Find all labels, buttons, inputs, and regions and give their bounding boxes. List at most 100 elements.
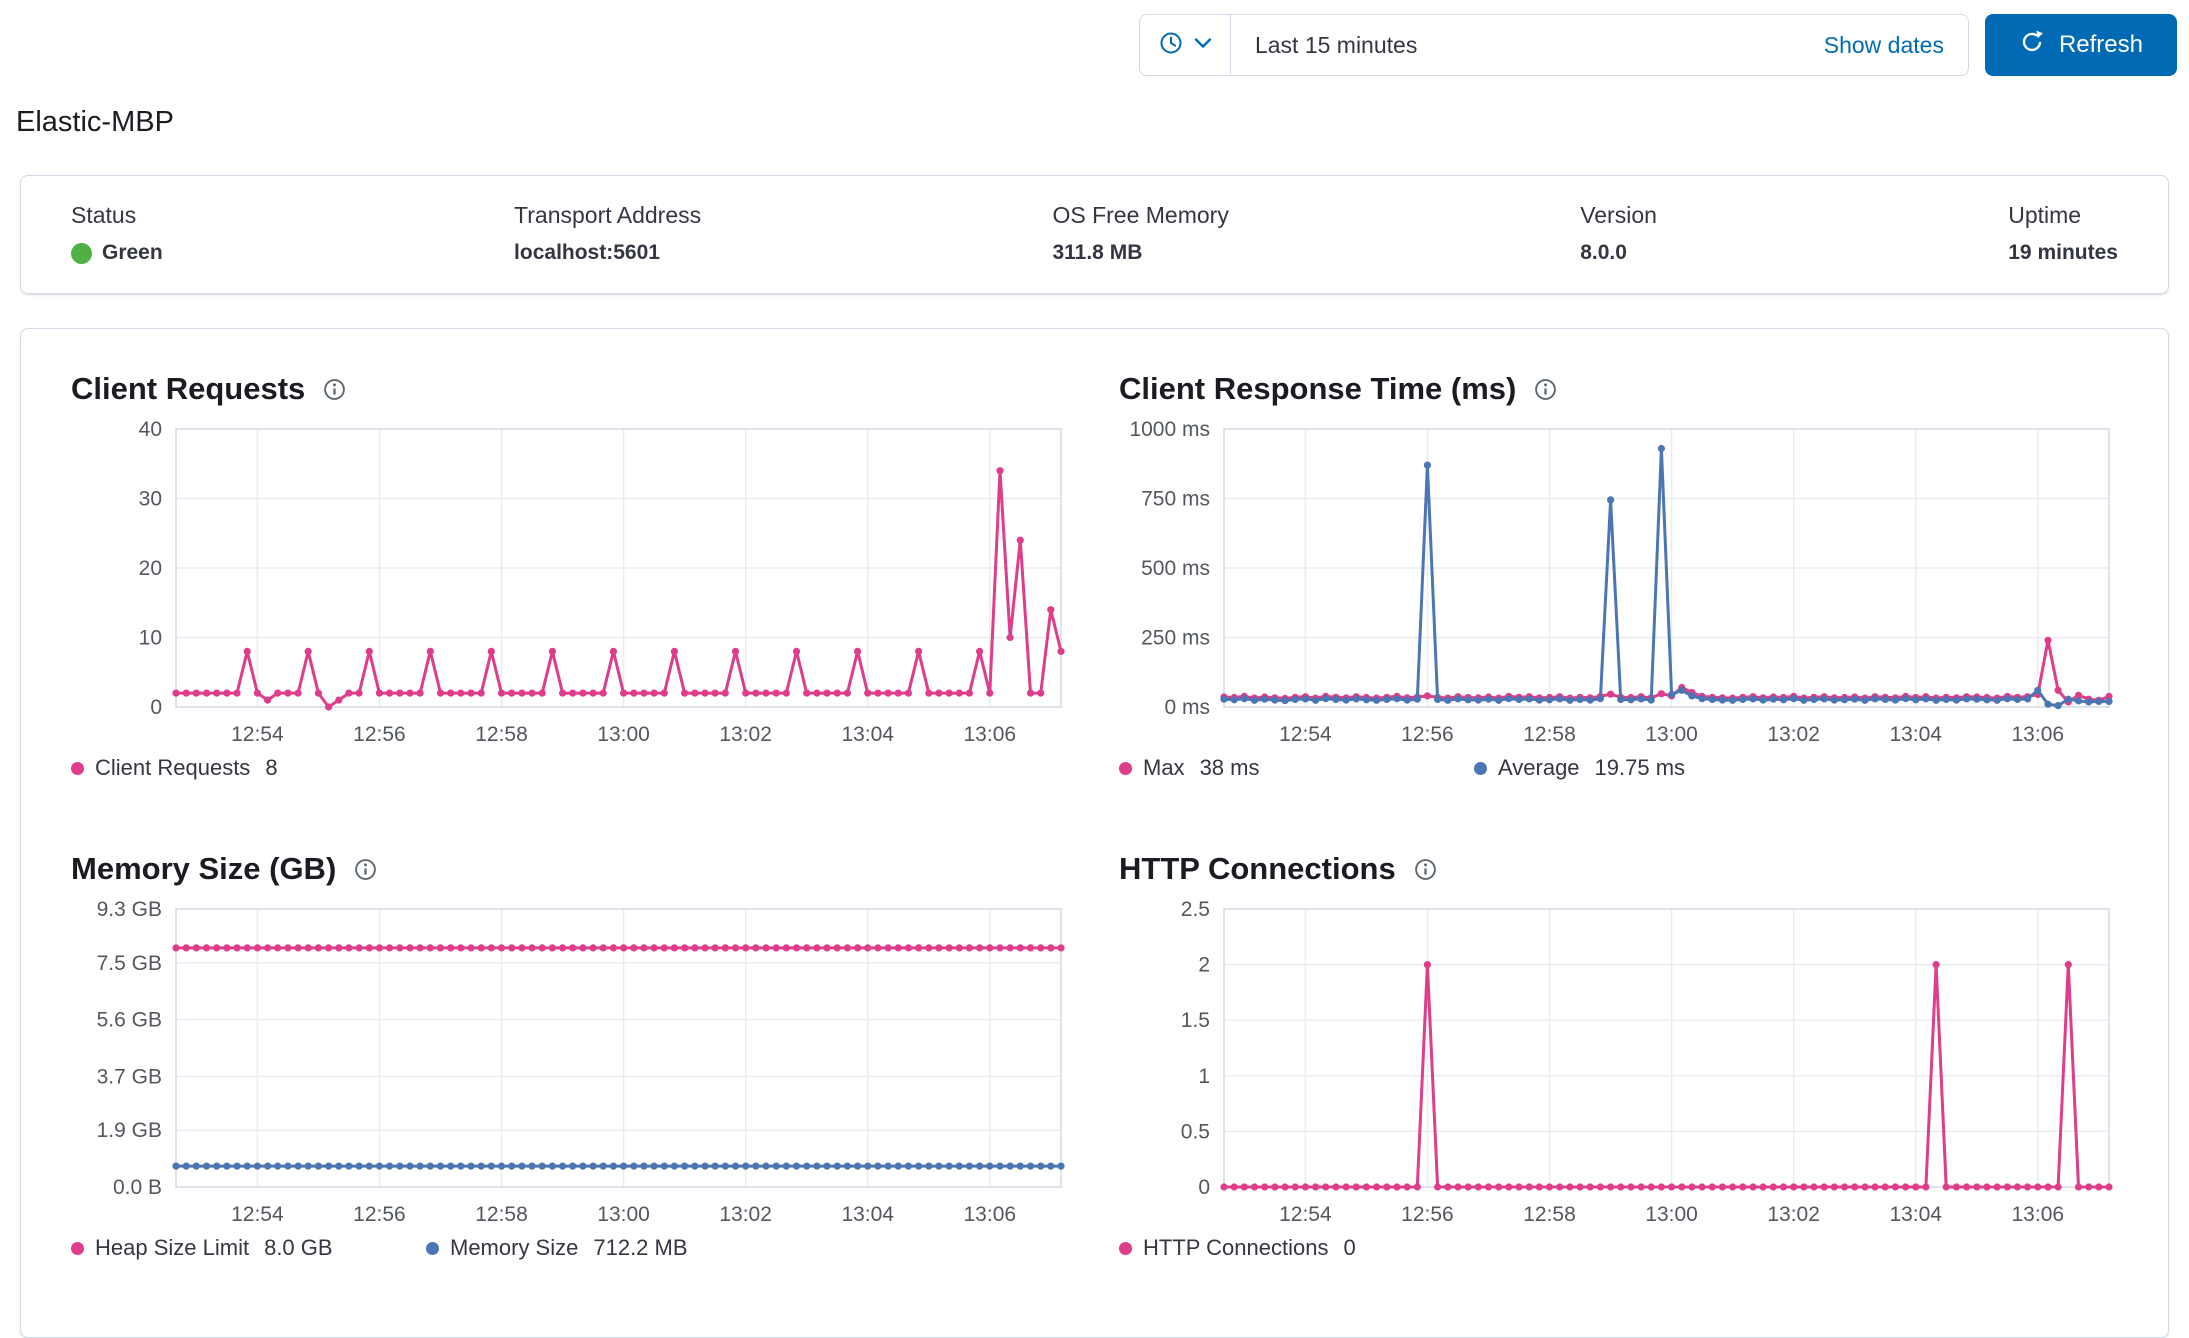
svg-text:13:00: 13:00 — [597, 1203, 650, 1226]
svg-text:13:00: 13:00 — [1645, 723, 1698, 746]
chart-legend: Client Requests 8 — [71, 755, 1071, 781]
clock-icon — [1158, 30, 1184, 61]
svg-text:750 ms: 750 ms — [1141, 488, 1210, 511]
chart-legend: Max 38 ms Average 19.75 ms — [1119, 755, 2119, 781]
show-dates-link[interactable]: Show dates — [1800, 32, 1968, 59]
legend-value: 712.2 MB — [593, 1235, 688, 1260]
legend-dot-icon — [71, 761, 84, 775]
charts-grid: Client Requests 0 10 20 30 40 12:54 12:56 12:58… — [71, 371, 2118, 1261]
info-icon[interactable] — [354, 858, 377, 881]
svg-text:0.0 B: 0.0 B — [113, 1176, 162, 1199]
refresh-button[interactable]: Refresh — [1984, 14, 2177, 76]
legend-value: 8 — [265, 755, 278, 780]
refresh-label: Refresh — [2058, 31, 2143, 58]
svg-text:1.9 GB: 1.9 GB — [97, 1119, 162, 1142]
time-range-display[interactable]: Last 15 minutes — [1231, 32, 1800, 59]
legend-item[interactable]: Client Requests 8 — [71, 755, 426, 781]
svg-text:13:06: 13:06 — [2012, 723, 2065, 746]
chart-svg: 0 10 20 30 40 12:54 12:56 12:58 13:00 13:02 13:04 1… — [139, 419, 1065, 746]
legend-label: Heap Size Limit — [95, 1235, 250, 1260]
chart-canvas: 0 0.5 1 1.5 2 2.5 12:54 12:56 12:58 13:00 13:02 13:… — [1119, 899, 2119, 1231]
legend-label: HTTP Connections — [1143, 1235, 1329, 1260]
svg-text:0: 0 — [150, 696, 162, 719]
svg-text:0: 0 — [1198, 1176, 1210, 1199]
refresh-icon — [2019, 29, 2045, 62]
info-icon[interactable] — [1414, 858, 1437, 881]
svg-text:13:00: 13:00 — [1645, 1203, 1698, 1226]
svg-text:12:56: 12:56 — [1401, 723, 1454, 746]
legend-label: Client Requests — [95, 755, 251, 780]
version-label: Version — [1580, 202, 1657, 228]
chart-canvas: 0.0 B 1.9 GB 3.7 GB 5.6 GB 7.5 GB 9.3 GB 12:54… — [71, 899, 1071, 1231]
svg-text:12:54: 12:54 — [1279, 723, 1332, 746]
legend-item[interactable]: Memory Size 712.2 MB — [426, 1235, 781, 1261]
svg-text:9.3 GB: 9.3 GB — [97, 899, 162, 921]
legend-item[interactable]: HTTP Connections 0 — [1119, 1235, 1474, 1261]
status-item-version: Version 8.0.0 — [1580, 202, 1657, 265]
svg-text:13:02: 13:02 — [1767, 723, 1820, 746]
svg-text:12:54: 12:54 — [231, 723, 284, 746]
svg-text:13:06: 13:06 — [964, 723, 1017, 746]
chart-client-response-time: Client Response Time (ms) 0 ms 250 ms 500 … — [1119, 371, 2119, 781]
chart-client-requests: Client Requests 0 10 20 30 40 12:54 12:56 12:58… — [71, 371, 1071, 781]
legend-value: 8.0 GB — [264, 1235, 333, 1260]
version-value: 8.0.0 — [1580, 241, 1627, 264]
svg-text:12:58: 12:58 — [1523, 1203, 1576, 1226]
legend-value: 0 — [1343, 1235, 1356, 1260]
svg-text:12:58: 12:58 — [1523, 723, 1576, 746]
chart-legend: Heap Size Limit 8.0 GB Memory Size 712.2 MB — [71, 1235, 1071, 1261]
legend-item[interactable]: Heap Size Limit 8.0 GB — [71, 1235, 426, 1261]
date-picker: Last 15 minutes Show dates — [1138, 14, 1969, 76]
svg-text:5.6 GB: 5.6 GB — [97, 1009, 162, 1032]
legend-dot-icon — [71, 1241, 84, 1255]
svg-text:13:04: 13:04 — [841, 723, 894, 746]
svg-text:13:04: 13:04 — [1889, 723, 1942, 746]
legend-item[interactable]: Max 38 ms — [1119, 755, 1474, 781]
svg-text:30: 30 — [139, 488, 162, 511]
svg-text:1: 1 — [1198, 1065, 1210, 1088]
svg-text:12:54: 12:54 — [231, 1203, 284, 1226]
info-icon[interactable] — [323, 378, 346, 401]
svg-text:7.5 GB: 7.5 GB — [97, 952, 162, 975]
svg-text:500 ms: 500 ms — [1141, 557, 1210, 580]
svg-text:13:02: 13:02 — [719, 723, 772, 746]
chart-memory-size: Memory Size (GB) 0.0 B 1.9 GB 3.7 GB 5.6 GB… — [71, 851, 1071, 1261]
svg-text:13:04: 13:04 — [1889, 1203, 1942, 1226]
page-title: Elastic-MBP — [16, 106, 174, 138]
status-value: Green — [102, 241, 163, 264]
time-quick-select-button[interactable] — [1140, 15, 1231, 75]
svg-text:13:02: 13:02 — [1767, 1203, 1820, 1226]
legend-dot-icon — [1474, 761, 1487, 775]
chart-canvas: 0 ms 250 ms 500 ms 750 ms 1000 ms 12:54 12:56 1… — [1119, 419, 2119, 751]
chart-http-connections: HTTP Connections 0 0.5 1 1.5 2 2.5 12:54 12:56 1… — [1119, 851, 2119, 1261]
legend-label: Max — [1143, 755, 1185, 780]
legend-item[interactable]: Average 19.75 ms — [1474, 755, 1829, 781]
chart-svg: 0.0 B 1.9 GB 3.7 GB 5.6 GB 7.5 GB 9.3 GB 12:54… — [97, 899, 1065, 1226]
svg-text:20: 20 — [139, 557, 162, 580]
status-item-transport-address: Transport Address localhost:5601 — [514, 202, 701, 265]
charts-panel: Client Requests 0 10 20 30 40 12:54 12:56 12:58… — [20, 328, 2169, 1338]
svg-text:12:58: 12:58 — [475, 1203, 528, 1226]
chart-legend: HTTP Connections 0 — [1119, 1235, 2119, 1261]
svg-text:1000 ms: 1000 ms — [1129, 419, 1210, 441]
svg-text:3.7 GB: 3.7 GB — [97, 1065, 162, 1088]
legend-label: Average — [1498, 755, 1580, 780]
chart-title: Memory Size (GB) — [71, 851, 337, 886]
svg-text:12:56: 12:56 — [1401, 1203, 1454, 1226]
legend-value: 19.75 ms — [1594, 755, 1686, 780]
status-label: Status — [71, 202, 137, 228]
legend-dot-icon — [1119, 761, 1132, 775]
svg-text:1.5: 1.5 — [1181, 1009, 1210, 1032]
svg-text:0 ms: 0 ms — [1164, 696, 1210, 719]
status-item-status: Status Green — [71, 202, 163, 265]
chart-title: Client Requests — [71, 371, 306, 406]
legend-dot-icon — [426, 1241, 439, 1255]
chart-title: Client Response Time (ms) — [1119, 371, 1517, 406]
legend-value: 38 ms — [1199, 755, 1260, 780]
svg-text:13:04: 13:04 — [841, 1203, 894, 1226]
svg-text:13:02: 13:02 — [719, 1203, 772, 1226]
legend-label: Memory Size — [450, 1235, 579, 1260]
chart-title: HTTP Connections — [1119, 851, 1396, 886]
info-icon[interactable] — [1534, 378, 1557, 401]
os-free-memory-value: 311.8 MB — [1052, 241, 1143, 264]
